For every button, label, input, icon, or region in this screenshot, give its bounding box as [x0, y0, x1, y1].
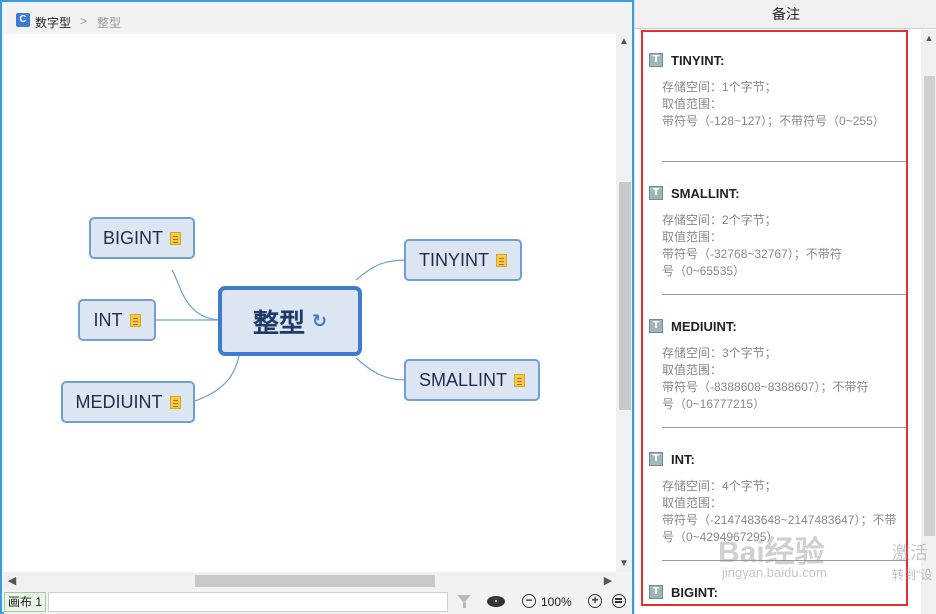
topic-icon: T — [649, 452, 663, 466]
topic-smallint[interactable]: SMALLINT — [404, 359, 540, 401]
scroll-left-icon[interactable]: ◀ — [4, 572, 20, 590]
notes-scroll-thumb[interactable] — [924, 76, 935, 536]
mindmap-canvas[interactable]: BIGINT INT MEDIUINT 整型 ↻ TINYINT SMALLIN… — [4, 34, 616, 572]
note-line: 取值范围： — [662, 363, 723, 377]
scroll-down-icon[interactable]: ▼ — [616, 556, 632, 572]
horizontal-scroll-thumb[interactable] — [195, 575, 435, 587]
topic-mediuint[interactable]: MEDIUINT — [61, 381, 195, 423]
scroll-up-icon[interactable]: ▲ — [616, 34, 632, 50]
mindmap-file-icon: C — [16, 13, 30, 27]
note-divider — [662, 161, 906, 162]
zoom-in-button[interactable]: + — [588, 594, 602, 608]
sheet-tab-strip — [48, 592, 448, 612]
status-bar: 画布 1 − 100% + — [4, 590, 632, 614]
note-line: 存储空间：3个字节； — [662, 346, 777, 360]
note-line: 存储空间：1个字节； — [662, 80, 777, 94]
note-heading: BIGINT: — [671, 584, 718, 600]
note-divider — [662, 427, 906, 428]
notes-scrollbar[interactable]: ▲ — [921, 30, 936, 614]
note-heading: SMALLINT: — [671, 185, 740, 201]
vertical-scroll-thumb[interactable] — [619, 182, 631, 410]
topic-bigint[interactable]: BIGINT — [89, 217, 195, 259]
breadcrumb-separator: > — [80, 14, 88, 28]
note-line: 存储空间：4个字节； — [662, 479, 777, 493]
topic-label: BIGINT — [102, 227, 163, 248]
note-line: 带符号（-32768~32767）；不带符 — [662, 247, 842, 261]
vertical-scrollbar[interactable]: ▲ ▼ — [616, 34, 632, 572]
note-line: 号（0~16777215） — [662, 397, 766, 411]
scroll-right-icon[interactable]: ▶ — [600, 572, 616, 590]
horizontal-scrollbar[interactable]: ◀ ▶ — [4, 572, 616, 590]
note-line: 存储空间：2个字节； — [662, 213, 777, 227]
note-heading: MEDIUINT: — [671, 318, 737, 334]
central-topic[interactable]: 整型 ↻ — [218, 286, 362, 356]
scroll-up-icon[interactable]: ▲ — [921, 30, 936, 46]
sheet-tab[interactable]: 画布 1 — [4, 592, 46, 612]
topic-icon: T — [649, 585, 663, 599]
note-icon[interactable] — [129, 313, 141, 327]
connector-bigint — [171, 269, 223, 321]
note-icon[interactable] — [496, 253, 507, 267]
note-line: 取值范围： — [662, 230, 723, 244]
breadcrumb-root[interactable]: 数字型 — [35, 14, 71, 31]
connector-tinyint — [355, 259, 407, 281]
note-line: 号（0~65535） — [662, 264, 746, 278]
mindmap-editor: C 数字型 > 整型 BIGINT INT MEDIUINT 整型 ↻ TINY… — [0, 0, 634, 614]
notes-content[interactable]: T TINYINT: 存储空间：1个字节； 取值范围： 带符号（-128~127… — [641, 30, 908, 606]
topic-int[interactable]: INT — [78, 299, 156, 341]
topic-label: TINYINT — [419, 249, 489, 270]
note-line: 带符号（-8388608~8388607）；不带符 — [662, 380, 869, 394]
topic-label: SMALLINT — [418, 369, 508, 390]
breadcrumb: C 数字型 > 整型 — [4, 4, 632, 34]
connector-smallint — [355, 357, 407, 381]
filter-icon-stem — [463, 602, 466, 608]
topic-icon: T — [649, 53, 663, 67]
note-heading: TINYINT: — [671, 52, 725, 68]
topic-icon: T — [649, 186, 663, 200]
drill-up-icon[interactable]: ↻ — [312, 311, 327, 332]
topic-icon: T — [649, 319, 663, 333]
zoom-level[interactable]: 100% — [541, 595, 572, 609]
note-line: 带符号（-2147483648~2147483647）；不带 — [662, 513, 897, 527]
note-line: 号（0~4294967295） — [662, 530, 779, 544]
note-divider — [662, 294, 906, 295]
note-heading: INT: — [671, 451, 695, 467]
notes-panel: 备注 T TINYINT: 存储空间：1个字节； 取值范围： 带符号（-128~… — [634, 0, 936, 614]
eye-icon[interactable] — [487, 596, 505, 607]
zoom-out-button[interactable]: − — [522, 594, 536, 608]
fit-map-icon[interactable] — [612, 594, 626, 608]
note-line: 取值范围： — [662, 97, 723, 111]
note-icon[interactable] — [170, 231, 181, 245]
note-icon[interactable] — [169, 395, 181, 409]
breadcrumb-current[interactable]: 整型 — [97, 14, 121, 31]
note-line: 取值范围： — [662, 496, 723, 510]
note-line: 带符号（-128~127）；不带符号（0~255） — [662, 114, 885, 128]
central-topic-label: 整型 — [252, 307, 305, 338]
note-icon[interactable] — [514, 373, 526, 387]
topic-tinyint[interactable]: TINYINT — [404, 239, 522, 281]
topic-label: INT — [93, 309, 123, 330]
notes-panel-title: 备注 — [635, 0, 936, 29]
topic-label: MEDIUINT — [75, 391, 163, 412]
note-divider — [662, 560, 906, 561]
